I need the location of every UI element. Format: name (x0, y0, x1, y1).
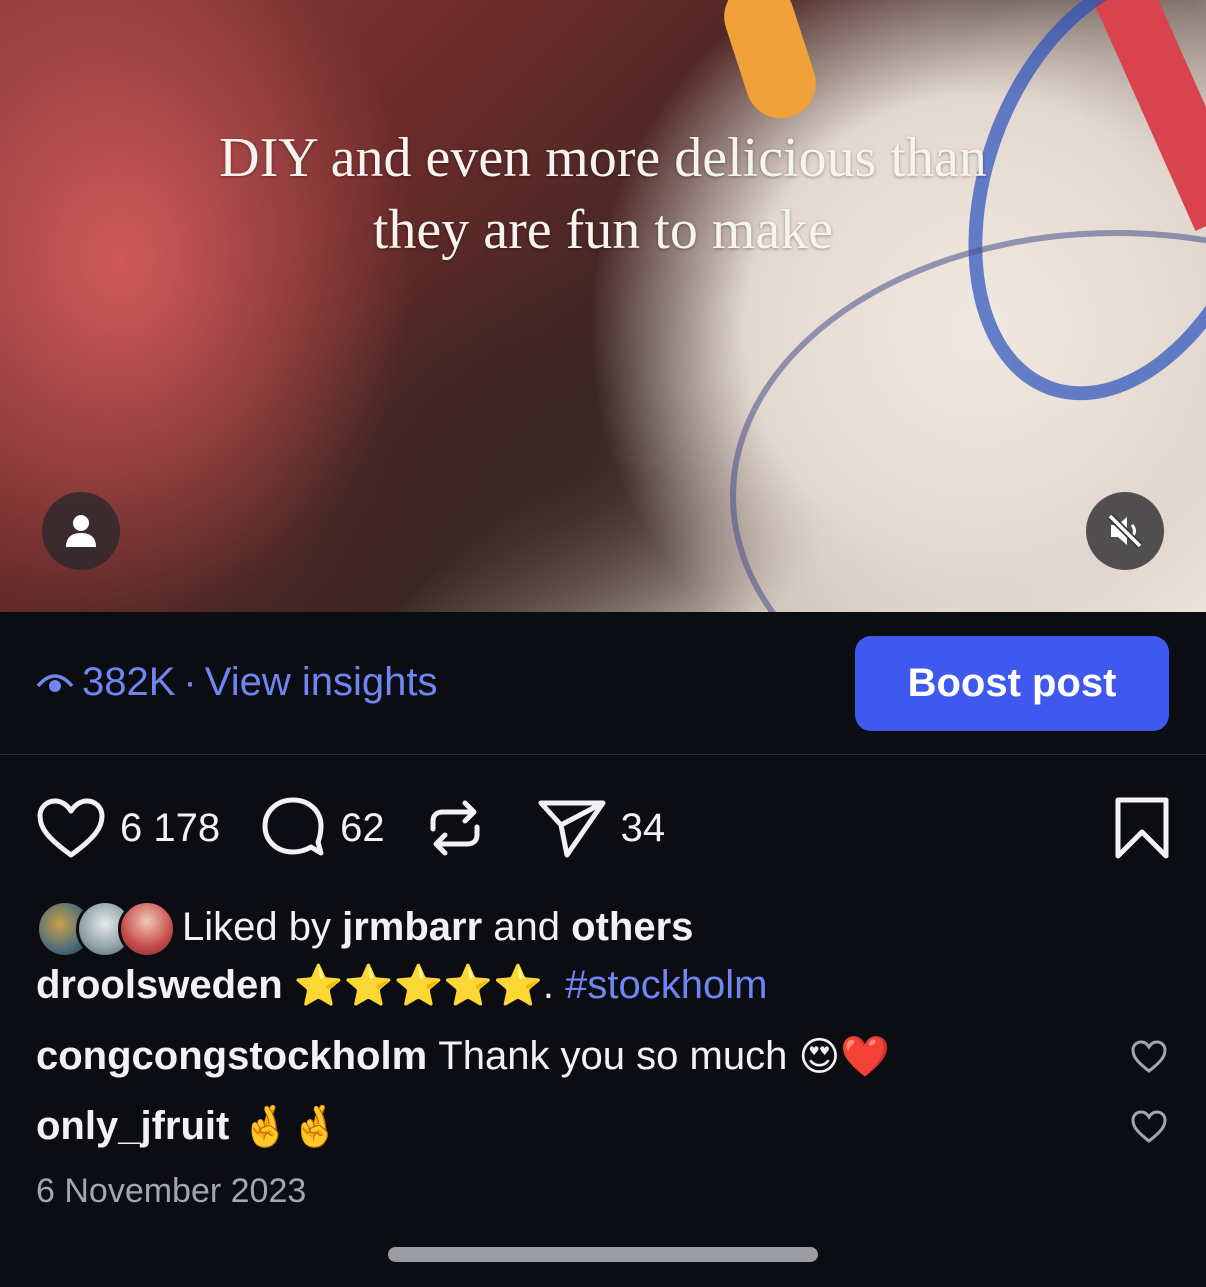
like-action[interactable]: 6 178 (36, 797, 220, 859)
liked-by-row[interactable]: Liked by jrmbarr and others (36, 898, 693, 958)
comment-like-icon[interactable] (1130, 1039, 1168, 1074)
speaker-muted-icon (1107, 513, 1143, 549)
caption-stars: ⭐⭐⭐⭐⭐ (293, 964, 543, 1008)
tagged-people-button[interactable] (42, 492, 120, 570)
person-icon (66, 515, 96, 547)
bookmark-icon (1115, 797, 1169, 859)
repost-icon (430, 800, 480, 856)
liked-by-middle: and (493, 904, 561, 949)
comment-emoji: 🤞🤞 (240, 1105, 341, 1149)
hashtag-link[interactable]: #stockholm (565, 963, 767, 1008)
comment-row: only_jfruit 🤞🤞 (36, 1103, 1170, 1150)
comment-username[interactable]: only_jfruit (36, 1104, 229, 1149)
comment-count: 62 (340, 805, 385, 850)
share-action[interactable]: 34 (537, 795, 666, 861)
comment-row: congcongstockholm Thank you so much 😍❤️ (36, 1033, 1170, 1080)
separator: · (183, 660, 197, 704)
avatar (118, 900, 176, 958)
caption-line-1: DIY and even more delicious than (219, 127, 987, 189)
comment-action[interactable]: 62 (260, 795, 385, 861)
view-count: 382K (82, 660, 176, 704)
video-caption-overlay: DIY and even more delicious than they ar… (0, 122, 1206, 266)
liked-by-others[interactable]: others (571, 905, 693, 950)
share-count: 34 (620, 805, 666, 850)
liked-by-user[interactable]: jrmbarr (342, 905, 482, 950)
post-media[interactable]: DIY and even more delicious than they ar… (0, 0, 1206, 612)
view-insights-label: View insights (204, 660, 438, 704)
caption-line-2: they are fun to make (372, 199, 834, 261)
boost-post-button[interactable]: Boost post (855, 636, 1169, 731)
eye-icon (36, 673, 74, 692)
repost-action[interactable] (425, 795, 485, 861)
comment-username[interactable]: congcongstockholm (36, 1034, 427, 1079)
caption-dot: . (542, 963, 554, 1007)
send-icon (538, 800, 606, 858)
liker-avatars (36, 898, 176, 958)
action-bar: 6 178 62 34 (36, 792, 1170, 864)
home-indicator[interactable] (388, 1247, 818, 1262)
save-button[interactable] (1114, 796, 1170, 865)
liked-by-prefix: Liked by (182, 904, 331, 949)
view-insights-link[interactable]: 382K · View insights (36, 660, 437, 705)
comment-emoji: 😍❤️ (798, 1035, 890, 1079)
caption-username[interactable]: droolsweden (36, 963, 283, 1008)
comment-like-icon[interactable] (1130, 1109, 1168, 1144)
post-caption: droolsweden ⭐⭐⭐⭐⭐. #stockholm (36, 962, 767, 1009)
like-count: 6 178 (120, 805, 221, 850)
comment-text: Thank you so much (438, 1034, 788, 1078)
post-date: 6 November 2023 (36, 1172, 307, 1210)
heart-icon (37, 798, 105, 858)
mute-button[interactable] (1086, 492, 1164, 570)
media-decor (715, 0, 825, 128)
comment-bubble-icon (262, 797, 324, 856)
